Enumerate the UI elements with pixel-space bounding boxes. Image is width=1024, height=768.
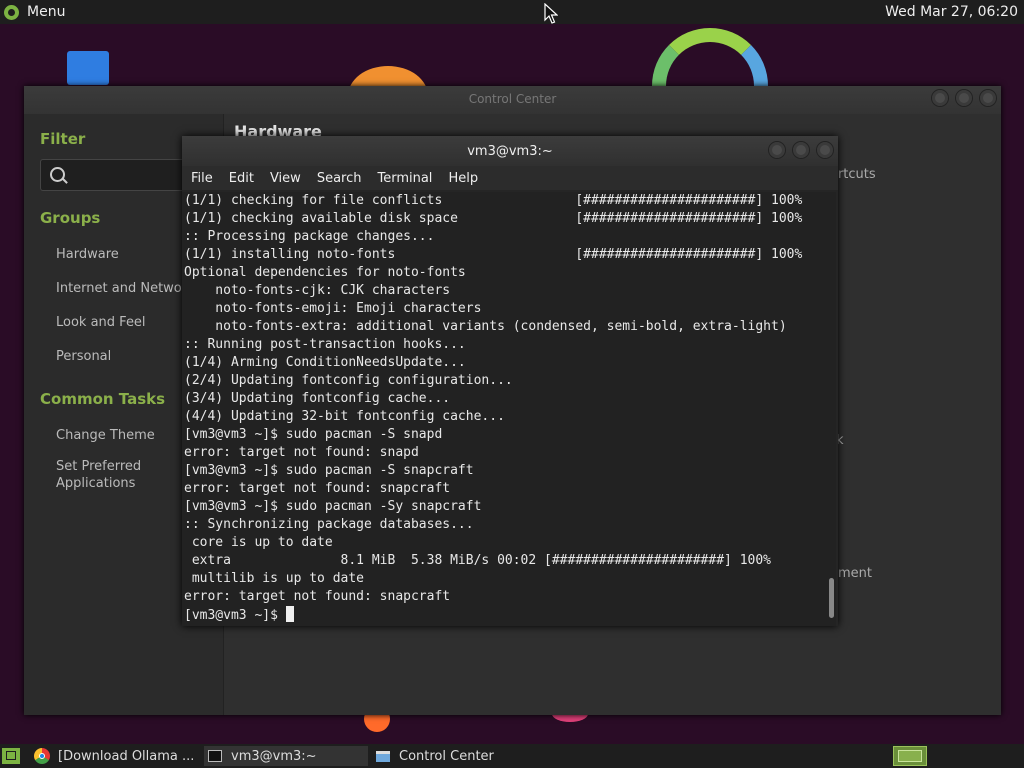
filter-heading: Filter	[40, 130, 86, 148]
terminal-icon	[208, 750, 222, 762]
terminal-line: error: target not found: snapcraft	[184, 481, 451, 496]
minimize-button[interactable]	[768, 141, 786, 159]
show-desktop-icon[interactable]	[2, 748, 20, 764]
terminal-line: (1/1) installing noto-fonts [###########…	[184, 247, 803, 262]
terminal-line: core is up to date	[184, 535, 333, 550]
terminal-line: :: Processing package changes...	[184, 229, 435, 244]
taskbar-item-label: vm3@vm3:~	[231, 748, 317, 764]
terminal-menubar: File Edit View Search Terminal Help	[182, 166, 838, 190]
chrome-icon	[34, 748, 50, 764]
desktop-icon-folder[interactable]	[67, 51, 109, 85]
taskbar-item-label: Control Center	[399, 748, 494, 764]
terminal-line: [vm3@vm3 ~]$ sudo pacman -Sy snapcraft	[184, 499, 482, 514]
terminal-text: (1/1) checking for file conflicts [#####…	[182, 192, 827, 625]
control-center-titlebar[interactable]: Control Center	[24, 86, 1001, 114]
terminal-line: multilib is up to date	[184, 571, 365, 586]
terminal-line: (1/1) checking for file conflicts [#####…	[184, 193, 803, 208]
terminal-line: error: target not found: snapd	[184, 445, 419, 460]
menu-view[interactable]: View	[270, 171, 301, 186]
taskbar-item-label: [Download Ollama ...	[58, 748, 195, 764]
terminal-line: [vm3@vm3 ~]$ sudo pacman -S snapcraft	[184, 463, 474, 478]
mint-logo-icon	[4, 4, 19, 20]
terminal-line: noto-fonts-extra: additional variants (c…	[184, 319, 787, 334]
groups-heading: Groups	[40, 209, 101, 227]
terminal-titlebar[interactable]: vm3@vm3:~	[182, 136, 838, 166]
search-icon	[50, 167, 65, 182]
menu-help[interactable]: Help	[448, 171, 478, 186]
terminal-line: (1/4) Arming ConditionNeedsUpdate...	[184, 355, 466, 370]
menu-terminal[interactable]: Terminal	[377, 171, 432, 186]
taskbar: [Download Ollama ... vm3@vm3:~ Control C…	[0, 744, 1024, 768]
task-set-preferred-applications[interactable]: Set Preferred Applications	[56, 458, 141, 492]
scrollbar-thumb[interactable]	[829, 578, 834, 618]
minimize-button[interactable]	[931, 89, 949, 107]
group-personal[interactable]: Personal	[56, 348, 111, 365]
terminal-line: (4/4) Updating 32-bit fontconfig cache..…	[184, 409, 505, 424]
terminal-line: Optional dependencies for noto-fonts	[184, 265, 466, 280]
terminal-line: [vm3@vm3 ~]$ sudo pacman -S snapd	[184, 427, 443, 442]
menu-search[interactable]: Search	[317, 171, 362, 186]
taskbar-item-browser[interactable]: [Download Ollama ...	[34, 746, 198, 766]
terminal-line: (1/1) checking available disk space [###…	[184, 211, 803, 226]
taskbar-item-terminal[interactable]: vm3@vm3:~	[204, 746, 368, 766]
workspace-switcher[interactable]	[893, 746, 927, 766]
text-cursor	[285, 606, 294, 622]
window-title: Control Center	[468, 92, 557, 106]
group-look-and-feel[interactable]: Look and Feel	[56, 314, 146, 331]
terminal-scrollbar[interactable]	[827, 192, 836, 626]
menu-file[interactable]: File	[191, 171, 213, 186]
mouse-cursor-icon	[544, 3, 558, 24]
control-center-icon	[376, 750, 390, 762]
menu-button[interactable]: Menu	[4, 2, 65, 22]
terminal-line: noto-fonts-cjk: CJK characters	[184, 283, 451, 298]
taskbar-item-control-center[interactable]: Control Center	[376, 746, 546, 766]
top-panel: Menu Wed Mar 27, 06:20	[0, 0, 1024, 24]
menu-label: Menu	[27, 4, 66, 20]
window-title: vm3@vm3:~	[467, 144, 553, 159]
terminal-line: (3/4) Updating fontconfig cache...	[184, 391, 451, 406]
maximize-button[interactable]	[955, 89, 973, 107]
task-change-theme[interactable]: Change Theme	[56, 427, 155, 444]
terminal-line: error: target not found: snapcraft	[184, 589, 451, 604]
terminal-line: noto-fonts-emoji: Emoji characters	[184, 301, 482, 316]
close-button[interactable]	[979, 89, 997, 107]
group-hardware[interactable]: Hardware	[56, 246, 119, 263]
group-internet-network[interactable]: Internet and Network	[56, 280, 195, 297]
close-button[interactable]	[816, 141, 834, 159]
common-tasks-heading: Common Tasks	[40, 390, 166, 408]
maximize-button[interactable]	[792, 141, 810, 159]
terminal-line: extra 8.1 MiB 5.38 MiB/s 00:02 [########…	[184, 553, 771, 568]
menu-edit[interactable]: Edit	[229, 171, 254, 186]
clock[interactable]: Wed Mar 27, 06:20	[885, 4, 1018, 20]
terminal-line: :: Synchronizing package databases...	[184, 517, 474, 532]
terminal-output[interactable]: (1/1) checking for file conflicts [#####…	[182, 192, 827, 626]
terminal-prompt: [vm3@vm3 ~]$	[184, 608, 286, 623]
terminal-line: :: Running post-transaction hooks...	[184, 337, 466, 352]
terminal-window: vm3@vm3:~ File Edit View Search Terminal…	[182, 136, 838, 626]
terminal-line: (2/4) Updating fontconfig configuration.…	[184, 373, 513, 388]
